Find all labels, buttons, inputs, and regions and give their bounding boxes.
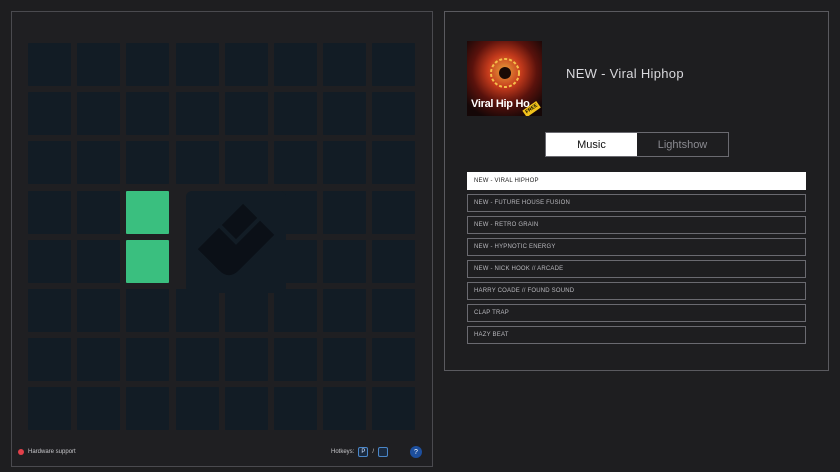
- launchpad-pad-r5-c1[interactable]: [77, 289, 121, 332]
- launchpad-pad-r4-c0[interactable]: [28, 239, 71, 283]
- launchpad-pad-r1-c6[interactable]: [323, 92, 367, 136]
- launchpad-pad-r7-c0[interactable]: [28, 387, 71, 431]
- hotkey-p-button[interactable]: P: [358, 447, 369, 457]
- launchpad-pad-r6-c0[interactable]: [28, 338, 71, 382]
- launchpad-pad-r6-c2[interactable]: [126, 338, 170, 382]
- launchpad-pad-r1-c5[interactable]: [274, 92, 317, 136]
- launchpad-pad-r1-c0[interactable]: [28, 92, 71, 136]
- launchpad-pad-r5-c5[interactable]: [274, 289, 317, 332]
- launchpad-pad-r0-c6[interactable]: [323, 43, 367, 86]
- launchpad-pad-r4-c1[interactable]: [77, 239, 121, 283]
- track-item[interactable]: NEW - VIRAL HIPHOP: [467, 172, 806, 190]
- tab-music[interactable]: Music: [546, 133, 637, 156]
- status-bar: Hardware support Hotkeys: P / ?: [12, 440, 432, 466]
- launchpad-pad-r7-c4[interactable]: [224, 387, 268, 431]
- launchpad-pad-r7-c6[interactable]: [323, 387, 367, 431]
- launchpad-pad-r1-c1[interactable]: [77, 92, 121, 136]
- launchpad-pad-r6-c4[interactable]: [224, 338, 268, 382]
- hotkeys-label: Hotkeys:: [330, 449, 355, 455]
- cover-title-text: Viral Hip Ho: [471, 98, 530, 110]
- launchpad-pad-r0-c2[interactable]: [126, 43, 170, 86]
- launchpad-pad-r5-c0[interactable]: [28, 289, 71, 332]
- tab-lightshow[interactable]: Lightshow: [637, 133, 728, 156]
- hardware-support-indicator[interactable]: Hardware support: [18, 449, 76, 455]
- launchpad-pad-r0-c1[interactable]: [77, 43, 121, 86]
- launchpad-pad-r2-c7[interactable]: [372, 141, 416, 185]
- launchpad-pad-r6-c1[interactable]: [77, 338, 121, 382]
- launchpad-pad-r3-c7[interactable]: [372, 190, 416, 234]
- hotkey-secondary-button[interactable]: [378, 447, 388, 457]
- mode-tabs: Music Lightshow: [545, 132, 729, 157]
- launchpad-pad-r3-c2[interactable]: [126, 190, 170, 234]
- track-item[interactable]: NEW - HYPNOTIC ENERGY: [467, 238, 806, 256]
- launchpad-pad-r3-c6[interactable]: [323, 190, 367, 234]
- launchpad-pad-r5-c7[interactable]: [372, 289, 416, 332]
- album-cover: Viral Hip Ho FREE: [467, 41, 542, 116]
- launchpad-pad-r1-c7[interactable]: [372, 92, 416, 136]
- now-playing-title: NEW - Viral Hiphop: [566, 66, 684, 81]
- launchpad-pad-r6-c7[interactable]: [372, 338, 416, 382]
- launchpad-pad-r2-c1[interactable]: [77, 141, 121, 185]
- track-item[interactable]: HAZY BEAT: [467, 326, 806, 344]
- launchpad-pad-r0-c0[interactable]: [28, 43, 71, 86]
- track-item[interactable]: NEW - FUTURE HOUSE FUSION: [467, 194, 806, 212]
- launchpad-logo-tile: [186, 191, 286, 293]
- launchpad-pad-r7-c3[interactable]: [175, 387, 219, 431]
- launchpad-pad-r0-c7[interactable]: [372, 43, 416, 86]
- launchpad-pad-r2-c0[interactable]: [28, 141, 71, 185]
- launchpad-pad-r1-c2[interactable]: [126, 92, 170, 136]
- player-panel: Viral Hip Ho FREE NEW - Viral Hiphop Mus…: [444, 11, 829, 371]
- hotkey-separator: /: [372, 449, 374, 455]
- hardware-support-label: Hardware support: [28, 449, 76, 455]
- launchpad-pad-r0-c5[interactable]: [274, 43, 317, 86]
- launchpad-pad-r4-c7[interactable]: [372, 239, 416, 283]
- hotkeys-group: Hotkeys: P / ?: [331, 446, 422, 458]
- launchpad-pad-r2-c2[interactable]: [126, 141, 170, 185]
- launchpad-panel: Hardware support Hotkeys: P / ?: [11, 11, 433, 467]
- help-button[interactable]: ?: [410, 446, 422, 458]
- launchpad-pad-r6-c6[interactable]: [323, 338, 367, 382]
- launchpad-pad-r0-c3[interactable]: [175, 43, 219, 86]
- track-item[interactable]: HARRY COADE // FOUND SOUND: [467, 282, 806, 300]
- launchpad-pad-r7-c2[interactable]: [126, 387, 170, 431]
- launchpad-pad-r1-c3[interactable]: [175, 92, 219, 136]
- pad-grid: [28, 43, 420, 435]
- launchpad-pad-r4-c2[interactable]: [126, 239, 170, 283]
- novation-logo-icon: [197, 203, 275, 276]
- launchpad-pad-r6-c3[interactable]: [175, 338, 219, 382]
- track-item[interactable]: NEW - RETRO GRAIN: [467, 216, 806, 234]
- launchpad-pad-r5-c6[interactable]: [323, 289, 367, 332]
- status-dot-icon: [18, 449, 24, 455]
- launchpad-pad-r2-c6[interactable]: [323, 141, 367, 185]
- launchpad-pad-r6-c5[interactable]: [274, 338, 317, 382]
- launchpad-pad-r5-c3[interactable]: [175, 289, 219, 332]
- launchpad-pad-r1-c4[interactable]: [224, 92, 268, 136]
- launchpad-pad-r5-c2[interactable]: [126, 289, 170, 332]
- launchpad-pad-r5-c4[interactable]: [224, 289, 268, 332]
- track-list: NEW - VIRAL HIPHOP NEW - FUTURE HOUSE FU…: [467, 172, 806, 348]
- launchpad-pad-r0-c4[interactable]: [224, 43, 268, 86]
- launchpad-pad-r4-c6[interactable]: [323, 239, 367, 283]
- launchpad-pad-r3-c0[interactable]: [28, 190, 71, 234]
- launchpad-pad-r7-c1[interactable]: [77, 387, 121, 431]
- track-item[interactable]: CLAP TRAP: [467, 304, 806, 322]
- launchpad-pad-r7-c7[interactable]: [372, 387, 416, 431]
- launchpad-pad-r2-c4[interactable]: [224, 141, 268, 185]
- track-item[interactable]: NEW - NICK HOOK // ARCADE: [467, 260, 806, 278]
- launchpad-pad-r7-c5[interactable]: [274, 387, 317, 431]
- launchpad-pad-r3-c1[interactable]: [77, 190, 121, 234]
- launchpad-pad-r2-c3[interactable]: [175, 141, 219, 185]
- launchpad-pad-r2-c5[interactable]: [274, 141, 317, 185]
